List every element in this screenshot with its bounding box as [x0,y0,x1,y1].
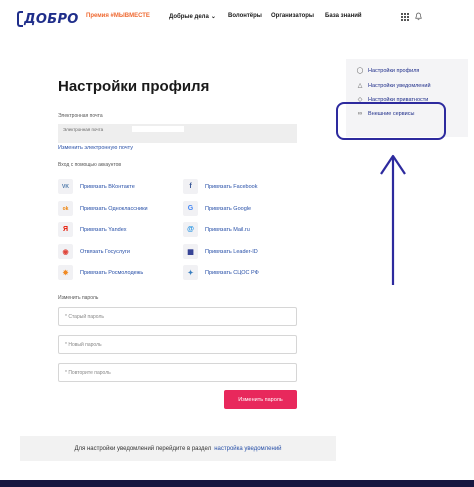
vk-icon: VK [58,179,73,194]
logo-mark [17,11,23,27]
side-item-profile-settings[interactable]: ◯ Настройки профиля [356,67,420,75]
notifications-settings-link[interactable]: настройка уведомлений [214,446,281,452]
nav-item-volunteers[interactable]: Волонтёры [228,13,262,19]
accounts-label: Вход с помощью аккаунтов [58,162,122,168]
old-password-placeholder: * Старый пароль [65,314,104,320]
email-mask [132,126,184,132]
service-mailru[interactable]: @ Привязать Mail.ru [183,222,250,237]
new-password-placeholder: * Новый пароль [65,342,102,348]
service-google[interactable]: G Привязать Google [183,201,251,216]
odnoklassniki-icon: ok [58,201,73,216]
repeat-password-input[interactable]: * Повторите пароль [58,363,297,382]
old-password-input[interactable]: * Старый пароль [58,307,297,326]
yandex-icon: Я [58,222,73,237]
email-field-label: Электронная почта [63,127,104,132]
service-odnoklassniki[interactable]: ok Привязать Одноклассники [58,201,148,216]
apps-grid-icon[interactable] [401,13,409,21]
mailru-icon: @ [183,222,198,237]
service-rosmolodezh[interactable]: ✸ Привязать Росмолодежь [58,265,143,280]
service-sdos[interactable]: ✦ Привязать СЦОС РФ [183,265,259,280]
change-password-button[interactable]: Изменить пароль [224,390,297,409]
page-title: Настройки профиля [58,78,210,95]
nav-item-good-deeds[interactable]: Добрые дела ⌄ [169,13,216,20]
service-vk[interactable]: VK Привязать ВКонтакте [58,179,135,194]
leader-id-icon: ▦ [183,244,198,259]
service-yandex[interactable]: Я Привязать Yandex [58,222,127,237]
email-label: Электронная почта [58,113,103,119]
gosuslugi-icon: ◉ [58,244,73,259]
bell-icon: △ [357,83,363,89]
logo-text: ДОБРО [24,11,79,27]
rosmolodezh-icon: ✸ [58,265,73,280]
highlight-box [336,102,446,140]
notifications-hint: Для настройки уведомлений перейдите в ра… [20,436,336,461]
change-email-link[interactable]: Изменить электронную почту [58,145,133,151]
nav-item-organizers[interactable]: Организаторы [271,13,314,19]
new-password-input[interactable]: * Новый пароль [58,335,297,354]
notifications-hint-text: Для настройки уведомлений перейдите в ра… [74,445,212,452]
service-gosuslugi[interactable]: ◉ Отвязать Госуслуги [58,244,130,259]
sdos-icon: ✦ [183,265,198,280]
arrow-up-icon [380,154,406,285]
top-header: ДОБРО Премия #МЫВМЕСТЕ Добрые дела ⌄ Воло… [0,0,474,36]
nav-item-knowledge-base[interactable]: База знаний [325,13,362,19]
user-icon: ◯ [356,68,364,74]
side-item-notification-settings[interactable]: △ Настройки уведомлений [356,82,431,90]
prize-link[interactable]: Премия #МЫВМЕСТЕ [86,13,150,19]
service-leader-id[interactable]: ▦ Привязать Leader-ID [183,244,258,259]
bottom-bar [0,480,474,487]
service-facebook[interactable]: f Привязать Facebook [183,179,257,194]
chevron-down-icon: ⌄ [210,14,216,20]
bell-icon[interactable] [415,12,422,21]
facebook-icon: f [183,179,198,194]
email-field: Электронная почта [58,124,297,143]
password-label: Изменить пароль [58,295,99,301]
google-icon: G [183,201,198,216]
repeat-password-placeholder: * Повторите пароль [65,370,111,376]
logo[interactable]: ДОБРО [17,9,79,29]
